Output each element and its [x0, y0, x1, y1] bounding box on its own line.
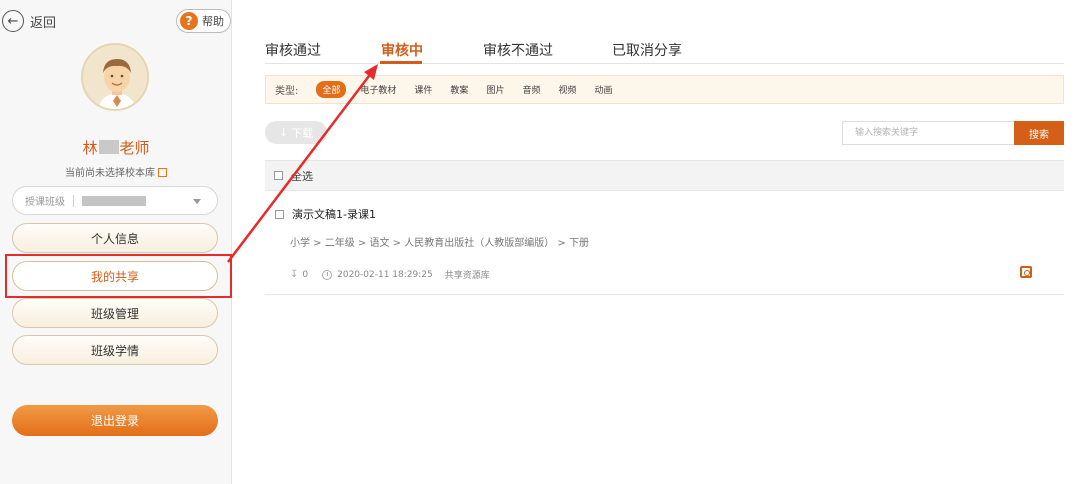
filter-chip-audio[interactable]: 音频 [522, 83, 540, 96]
tab-approved[interactable]: 审核通过 [265, 40, 321, 60]
edit-icon[interactable] [158, 168, 167, 177]
school-library-note: 当前尚未选择校本库 [0, 164, 232, 179]
item-library: 共享资源库 [444, 271, 490, 281]
clock-icon [322, 269, 333, 280]
item-title[interactable]: 演示文稿1-录课1 [292, 206, 376, 222]
list-item: 演示文稿1-录课1 小学 > 二年级 > 语文 > 人民教育出版社（人教版部编版… [265, 200, 1064, 295]
divider [73, 194, 74, 207]
select-all-checkbox[interactable] [274, 171, 283, 180]
download-icon: ↓ [278, 126, 289, 139]
main-content: 审核通过 审核中 审核不通过 已取消分享 类型: 全部 电子教材 课件 教案 图… [245, 0, 1080, 484]
filter-chip-image[interactable]: 图片 [486, 83, 504, 96]
class-redaction [82, 195, 146, 206]
filter-chip-animation[interactable]: 动画 [594, 83, 612, 96]
back-button[interactable]: ← 返回 [2, 10, 56, 32]
teacher-avatar-icon [83, 45, 147, 109]
active-tab-underline [380, 61, 422, 64]
preview-icon[interactable] [1020, 266, 1032, 278]
select-all-label: 全选 [291, 169, 313, 183]
search-button[interactable]: 搜索 [1014, 121, 1064, 145]
filter-label: 类型: [275, 86, 299, 97]
annotation-highlight-box [5, 254, 232, 298]
help-label: 帮助 [202, 15, 224, 28]
chevron-down-icon [193, 199, 201, 204]
name-redaction [98, 140, 119, 154]
item-path: 小学 > 二年级 > 语文 > 人民教育出版社（人教版部编版） > 下册 [290, 238, 589, 249]
status-tabs: 审核通过 审核中 审核不通过 已取消分享 [245, 0, 1080, 66]
type-filter-bar: 类型: 全部 电子教材 课件 教案 图片 音频 视频 动画 [265, 75, 1064, 104]
menu-personal-info[interactable]: 个人信息 [12, 223, 218, 253]
menu-class-performance[interactable]: 班级学情 [12, 335, 218, 365]
teacher-name-prefix: 林 [82, 139, 98, 157]
item-meta: ↧ 0 2020-02-11 18:29:25 共享资源库 [290, 268, 490, 281]
back-arrow-icon: ← [2, 10, 24, 32]
avatar [81, 43, 149, 111]
help-button[interactable]: ? 帮助 [176, 9, 231, 33]
teacher-name: 林 老师 [0, 137, 232, 158]
tab-cancelled[interactable]: 已取消分享 [612, 40, 682, 60]
select-all-row: 全选 [265, 160, 1064, 191]
search-input[interactable] [842, 121, 1014, 145]
menu-class-management[interactable]: 班级管理 [12, 298, 218, 328]
question-icon: ? [180, 12, 198, 30]
back-label: 返回 [30, 15, 57, 31]
filter-chip-video[interactable]: 视频 [558, 83, 576, 96]
download-count: 0 [302, 269, 309, 280]
item-checkbox[interactable] [275, 209, 284, 219]
download-label: 下载 [291, 126, 314, 140]
filter-chip-ebook[interactable]: 电子教材 [360, 83, 396, 96]
sidebar: ← 返回 ? 帮助 林老师 当前尚未选择校本库 授课班级 个人信息 我的共享 班… [0, 0, 232, 484]
teacher-name-suffix: 老师 [119, 139, 150, 157]
download-count-icon: ↧ [290, 269, 299, 280]
download-button[interactable]: ↓ 下载 [265, 121, 327, 144]
tab-rejected[interactable]: 审核不通过 [483, 40, 553, 60]
school-note-text: 当前尚未选择校本库 [65, 168, 155, 179]
class-select-placeholder: 授课班级 [25, 197, 65, 208]
filter-chip-courseware[interactable]: 课件 [414, 83, 432, 96]
filter-chip-lesson-plan[interactable]: 教案 [450, 83, 468, 96]
tab-under-review[interactable]: 审核中 [381, 40, 423, 60]
class-select[interactable]: 授课班级 [12, 186, 218, 215]
filter-chip-all[interactable]: 全部 [316, 81, 347, 98]
item-title-row: 演示文稿1-录课1 [275, 206, 376, 222]
logout-button[interactable]: 退出登录 [12, 405, 218, 436]
item-date: 2020-02-11 18:29:25 [337, 269, 433, 280]
